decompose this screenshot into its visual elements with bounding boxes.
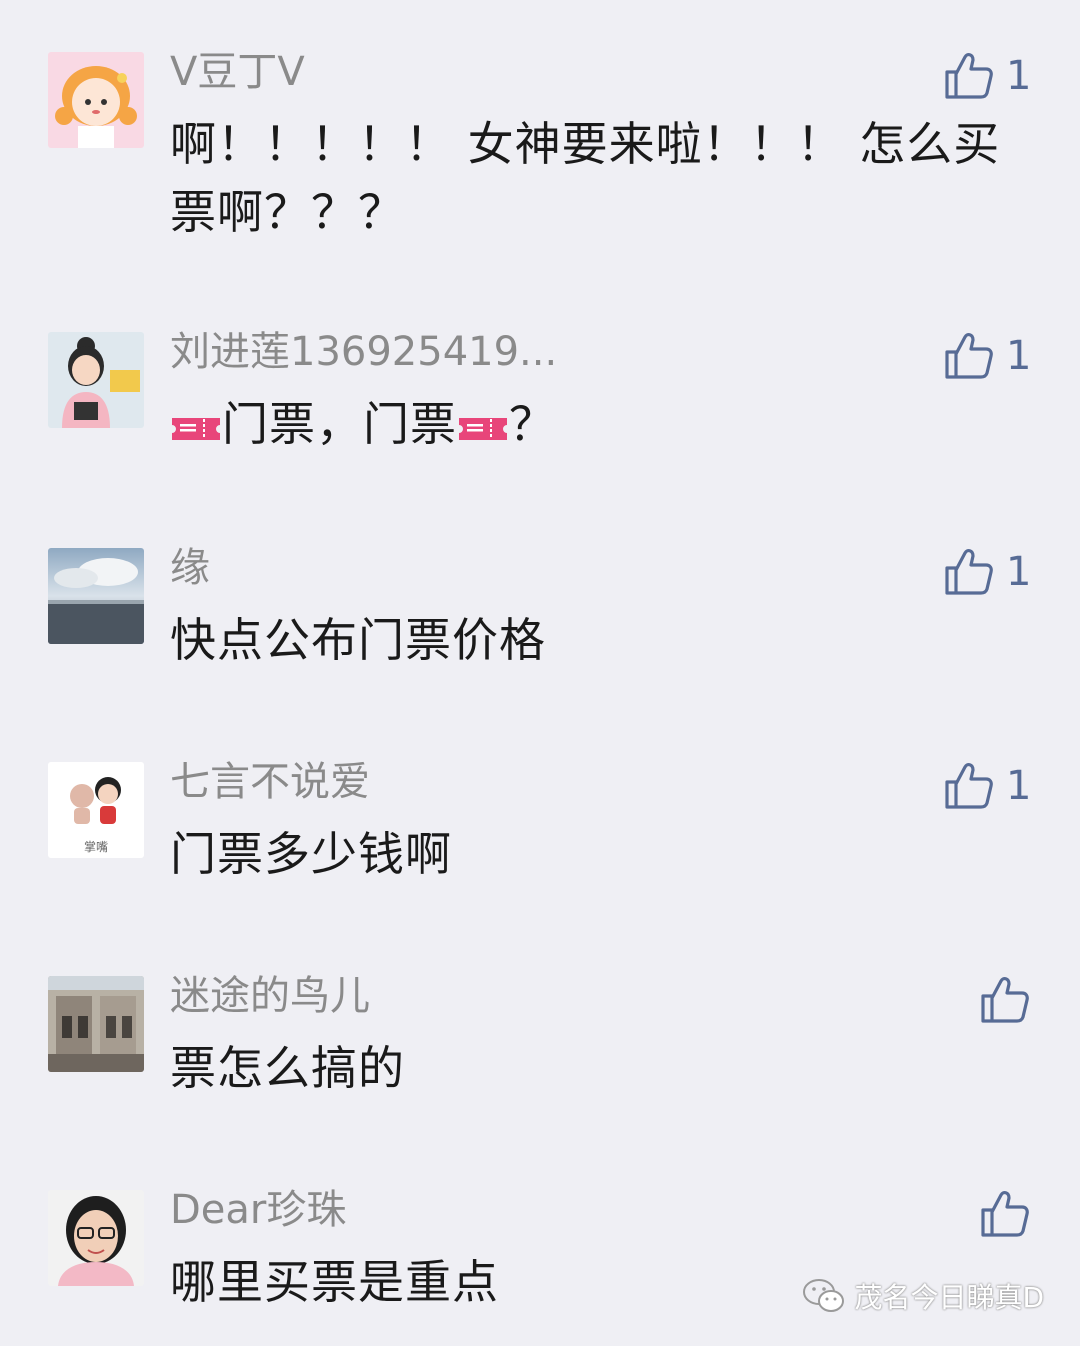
avatar[interactable] xyxy=(48,332,144,428)
avatar[interactable]: 掌嘴 xyxy=(48,762,144,858)
comment-item: 刘进莲136925419... 1 门票，门票 ？ xyxy=(0,329,1080,452)
thumbs-up-icon xyxy=(945,53,993,99)
comment-content-text: 门票，门票 xyxy=(222,397,457,451)
avatar-building-photo-image xyxy=(48,976,144,1072)
comment-content: 门票多少钱啊 xyxy=(170,827,452,881)
watermark: 茂名今日睇真D xyxy=(802,1276,1044,1316)
like-button[interactable] xyxy=(980,1184,1030,1244)
comment-item: 缘 1 快点公布门票价格 xyxy=(0,545,1080,668)
like-count: 1 xyxy=(1006,763,1032,809)
comment-content: 门票，门票 ？ xyxy=(170,390,1020,458)
comment-item: V豆丁V 1 啊！！！！！ 女神要来啦！！！ 怎么买 票啊？？？ xyxy=(0,49,1080,252)
comment-nickname[interactable]: V豆丁V xyxy=(170,44,305,100)
comment-content: 啊！！！！！ 女神要来啦！！！ 怎么买 票啊？？？ xyxy=(170,110,1020,246)
comment-content-text: ？ xyxy=(509,397,556,451)
like-count: 1 xyxy=(1006,53,1032,99)
avatar-child-photo-image xyxy=(48,332,144,428)
comment-nickname[interactable]: 迷途的鸟儿 xyxy=(170,968,370,1024)
like-count: 1 xyxy=(1006,549,1032,595)
like-button[interactable] xyxy=(980,970,1030,1030)
avatar[interactable] xyxy=(48,548,144,644)
thumbs-up-icon xyxy=(945,333,993,379)
watermark-text: 茂名今日睇真D xyxy=(854,1281,1044,1314)
like-button[interactable]: 1 xyxy=(944,326,1031,386)
avatar-caption: 掌嘴 xyxy=(83,840,108,854)
like-button[interactable]: 1 xyxy=(944,756,1031,816)
thumbs-up-icon xyxy=(945,549,993,595)
comment-content-line: 票啊？？？ xyxy=(170,185,405,239)
comment-nickname[interactable]: 刘进莲136925419... xyxy=(170,324,557,380)
avatar-cartoon-girl-image xyxy=(48,52,144,148)
comment-nickname[interactable]: Dear珍珠 xyxy=(170,1182,346,1238)
avatar-woman-portrait-image xyxy=(48,1190,144,1286)
like-count: 1 xyxy=(1006,333,1032,379)
ticket-emoji-icon xyxy=(459,418,507,440)
comment-item: 迷途的鸟儿 票怎么搞的 xyxy=(0,973,1080,1096)
thumbs-up-icon xyxy=(981,1191,1029,1237)
comment-nickname[interactable]: 七言不说爱 xyxy=(170,754,370,810)
like-button[interactable]: 1 xyxy=(944,542,1031,602)
comment-content: 快点公布门票价格 xyxy=(170,613,546,667)
comment-nickname[interactable]: 缘 xyxy=(170,540,210,596)
comment-item: 掌嘴 七言不说爱 1 门票多少钱啊 xyxy=(0,759,1080,882)
comment-content: 票怎么搞的 xyxy=(170,1041,405,1095)
thumbs-up-icon xyxy=(981,977,1029,1023)
wechat-icon xyxy=(803,1279,845,1312)
thumbs-up-icon xyxy=(945,763,993,809)
avatar[interactable] xyxy=(48,1190,144,1286)
avatar[interactable] xyxy=(48,976,144,1072)
avatar-sea-landscape-image xyxy=(48,548,144,644)
like-button[interactable]: 1 xyxy=(944,46,1031,106)
ticket-emoji-icon xyxy=(172,418,220,440)
avatar[interactable] xyxy=(48,52,144,148)
comment-content-line: 啊！！！！！ 女神要来啦！！！ 怎么买 xyxy=(170,117,1001,171)
